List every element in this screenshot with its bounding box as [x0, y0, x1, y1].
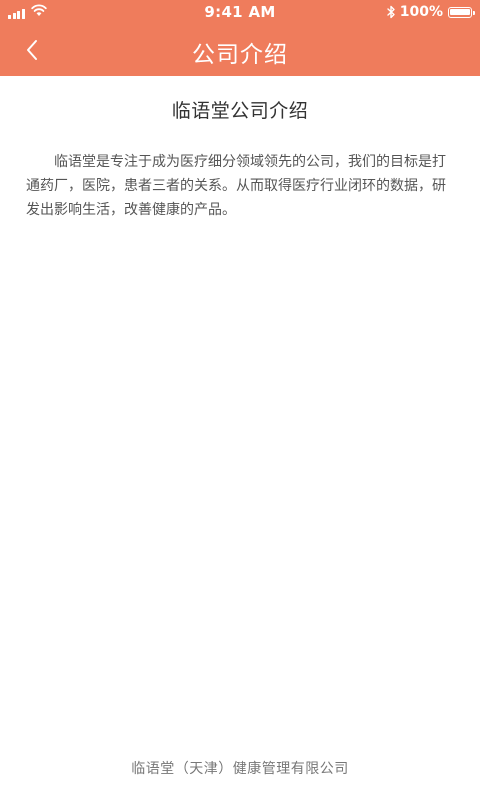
- page-title: 公司介绍: [192, 42, 288, 68]
- article-body: 临语堂是专注于成为医疗细分领域领先的公司，我们的目标是打通药厂，医院，患者三者的…: [26, 154, 446, 218]
- footer-company-name: 临语堂（天津）健康管理有限公司: [131, 761, 349, 777]
- bluetooth-icon: [387, 5, 395, 19]
- article-title: 临语堂公司介绍: [171, 100, 309, 122]
- nav-bar: 公司介绍: [0, 24, 480, 76]
- battery-percent: 100%: [399, 4, 443, 20]
- status-bar: 9:41 AM 100%: [0, 0, 480, 24]
- battery-icon: [448, 6, 475, 18]
- header: 9:41 AM 100% 公司介绍: [0, 0, 480, 76]
